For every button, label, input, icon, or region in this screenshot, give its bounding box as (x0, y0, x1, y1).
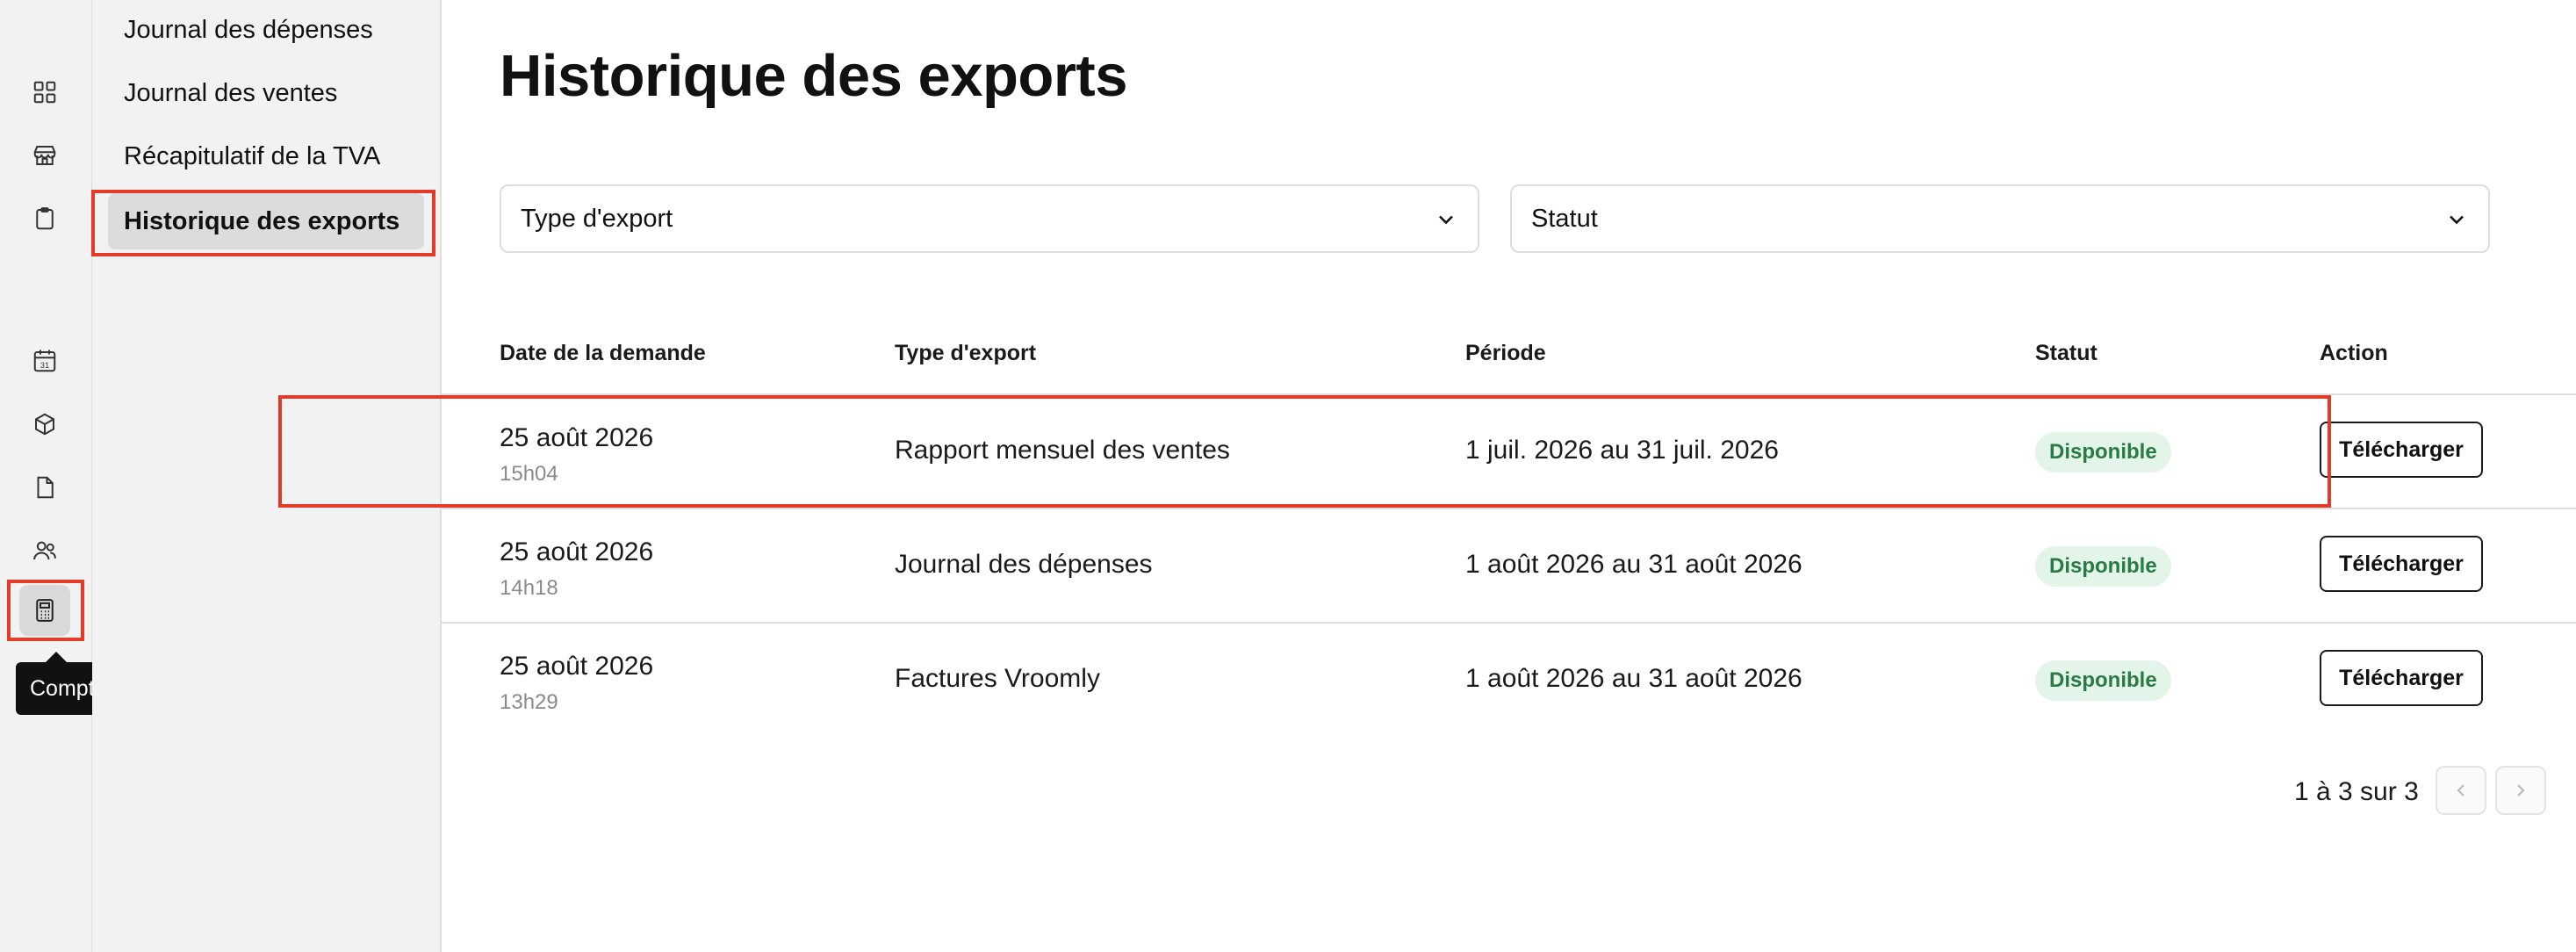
row-date: 25 août 2026 (500, 652, 654, 681)
download-button[interactable]: Télécharger (2320, 536, 2483, 592)
main-content: Historique des exports Type d'export Sta… (278, 0, 2576, 952)
table-row: 25 août 2026 14h18 Journal des dépenses … (442, 508, 2576, 624)
row-export-type: Journal des dépenses (895, 550, 1153, 579)
row-time: 14h18 (500, 576, 558, 600)
column-header-period: Période (1465, 341, 1546, 365)
row-date: 25 août 2026 (500, 537, 654, 566)
download-button[interactable]: Télécharger (2320, 422, 2483, 478)
calendar-icon[interactable]: 31 (25, 341, 65, 381)
column-header-action: Action (2320, 341, 2388, 365)
column-header-date: Date de la demande (500, 341, 706, 365)
next-page-button[interactable] (2495, 766, 2546, 815)
row-time: 13h29 (500, 690, 558, 714)
chevron-down-icon (2450, 215, 2464, 225)
status-select[interactable]: Statut (1510, 184, 2490, 253)
column-header-type: Type d'export (895, 341, 1037, 365)
file-icon[interactable] (25, 467, 65, 508)
row-highlight (278, 395, 2331, 508)
dashboard-icon[interactable] (25, 72, 65, 112)
status-badge: Disponible (2035, 546, 2171, 587)
icon-rail: 31 (0, 0, 92, 952)
active-subnav-highlight (91, 190, 435, 256)
svg-text:31: 31 (40, 361, 49, 370)
chevron-left-icon (2457, 784, 2464, 797)
row-export-type: Factures Vroomly (895, 664, 1100, 693)
export-type-select[interactable]: Type d'export (500, 184, 1479, 253)
status-select-label: Statut (1531, 205, 1598, 233)
users-icon[interactable] (25, 530, 65, 571)
table-header: Date de la demande Type d'export Période… (442, 341, 2576, 393)
subnav-item-journal-depenses[interactable]: Journal des dépenses (108, 2, 424, 58)
row-period: 1 août 2026 au 31 août 2026 (1465, 664, 1802, 693)
store-icon[interactable] (25, 135, 65, 176)
status-badge: Disponible (2035, 660, 2171, 701)
download-button[interactable]: Télécharger (2320, 650, 2483, 706)
previous-page-button[interactable] (2436, 766, 2486, 815)
column-header-status: Statut (2035, 341, 2097, 365)
chevron-down-icon (1439, 215, 1453, 225)
export-type-select-label: Type d'export (521, 205, 673, 233)
row-period: 1 août 2026 au 31 août 2026 (1465, 550, 1802, 579)
pagination-label: 1 à 3 sur 3 (2294, 777, 2419, 806)
clipboard-icon[interactable] (25, 198, 65, 239)
chevron-right-icon (2517, 784, 2525, 797)
table-row: 25 août 2026 13h29 Factures Vroomly 1 ao… (442, 622, 2576, 738)
subnav-item-recap-tva[interactable]: Récapitulatif de la TVA (108, 128, 424, 184)
active-rail-highlight (7, 580, 84, 641)
page-title: Historique des exports (500, 43, 1128, 109)
subnav-item-journal-ventes[interactable]: Journal des ventes (108, 65, 424, 121)
package-icon[interactable] (25, 404, 65, 444)
